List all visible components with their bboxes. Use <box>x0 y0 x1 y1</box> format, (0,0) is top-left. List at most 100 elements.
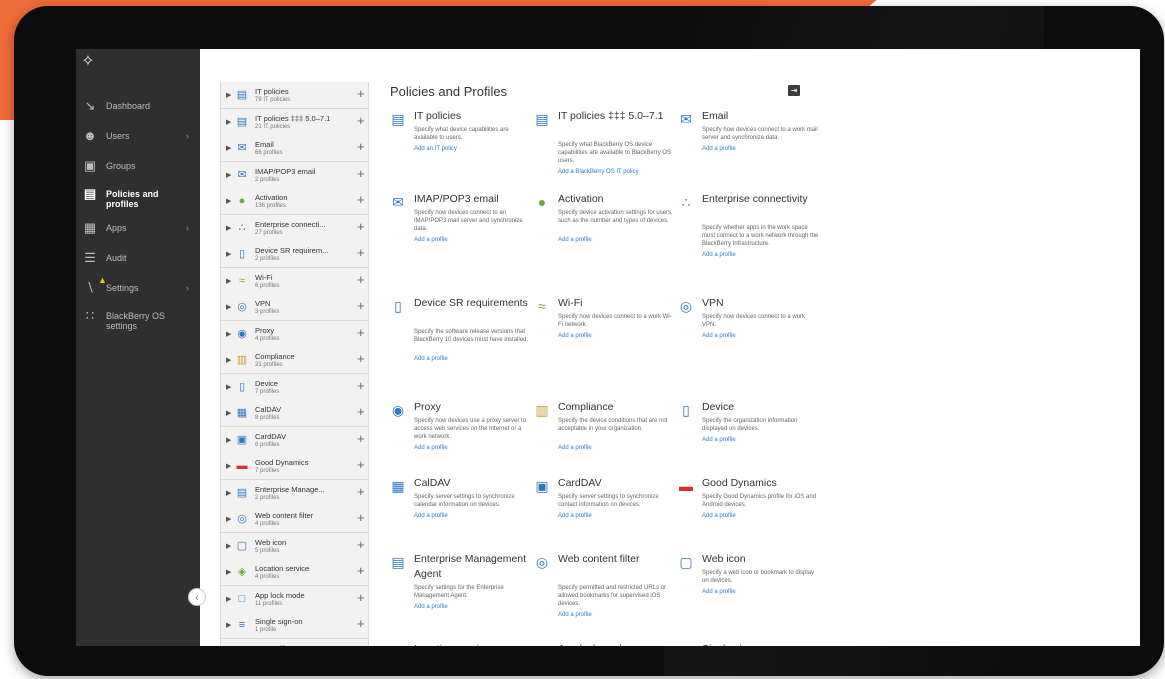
list-item[interactable]: ▶ ▣ CardDAV 6 profiles + <box>221 426 368 454</box>
add-icon[interactable]: + <box>357 325 365 340</box>
add-icon[interactable]: + <box>357 193 365 207</box>
collapse-nav-button[interactable]: ‹ <box>188 588 206 606</box>
expand-arrow-icon[interactable]: ▶ <box>226 356 231 364</box>
nav-item-apps[interactable]: ▦ Apps › <box>76 217 200 243</box>
add-profile-link[interactable]: Add a profile <box>558 237 592 243</box>
vpn-icon: ◎ <box>679 298 693 314</box>
list-item[interactable]: ▶ □ App lock mode 11 profiles + <box>221 585 368 613</box>
list-item[interactable]: ▶◉CA certificate+ <box>221 638 368 646</box>
add-icon[interactable]: + <box>357 511 365 525</box>
list-item[interactable]: ▶ ▢ Web icon 5 profiles + <box>221 532 368 560</box>
expand-arrow-icon[interactable]: ▶ <box>226 515 231 523</box>
expand-arrow-icon[interactable]: ▶ <box>226 595 231 603</box>
add-icon[interactable]: + <box>357 643 365 646</box>
nav-item-policies-and-profiles[interactable]: ▤ Policies and profiles <box>76 183 200 213</box>
expand-arrow-icon[interactable]: ▶ <box>226 409 231 417</box>
nav-item-audit[interactable]: ☰ Audit <box>76 247 200 273</box>
add-icon[interactable]: + <box>357 458 365 472</box>
add-profile-link[interactable]: Add a profile <box>702 437 736 443</box>
add-icon[interactable]: + <box>357 299 365 313</box>
expand-arrow-icon[interactable]: ▶ <box>226 621 231 629</box>
list-item[interactable]: ▶ ◉ Proxy 4 profiles + <box>221 320 368 348</box>
add-profile-link[interactable]: Add a BlackBerry OS IT policy <box>558 169 639 175</box>
nav-item-dashboard[interactable]: ↘ Dashboard <box>76 95 200 121</box>
nav-item-groups[interactable]: ▣ Groups <box>76 155 200 181</box>
add-icon[interactable]: + <box>357 405 365 419</box>
list-item[interactable]: ▶ ▤ IT policies 79 IT policies + <box>221 82 368 109</box>
add-profile-link[interactable]: Add a profile <box>414 237 448 243</box>
expand-arrow-icon[interactable]: ▶ <box>226 197 231 205</box>
expand-arrow-icon[interactable]: ▶ <box>226 144 231 152</box>
list-item[interactable]: ▶ ▬ Good Dynamics 7 profiles + <box>221 453 368 480</box>
expand-arrow-icon[interactable]: ▶ <box>226 330 231 338</box>
add-icon[interactable]: + <box>357 378 365 393</box>
add-profile-link[interactable]: Add a profile <box>558 333 592 339</box>
card-title: Web icon <box>702 553 746 565</box>
add-icon[interactable]: + <box>357 140 365 154</box>
nav-item-settings[interactable]: ∖ ▲ Settings › <box>76 275 200 303</box>
enterprise-management-icon: ▤ <box>391 554 405 570</box>
add-profile-link[interactable]: Add a profile <box>414 604 448 610</box>
list-item[interactable]: ▶ ≡ Single sign-on 1 profile + <box>221 612 368 639</box>
add-icon[interactable]: + <box>357 219 365 234</box>
add-profile-link[interactable]: Add a profile <box>702 252 736 258</box>
expand-arrow-icon[interactable]: ▶ <box>226 489 231 497</box>
list-item[interactable]: ▶ ▯ Device 7 profiles + <box>221 373 368 401</box>
nav-item-users[interactable]: ☻ Users › <box>76 125 200 151</box>
list-item[interactable]: ▶ ▯ Device SR requirem... 2 profiles + <box>221 241 368 268</box>
blackberry-logo-icon[interactable]: ✧ <box>78 51 98 73</box>
add-icon[interactable]: + <box>357 272 365 287</box>
add-profile-link[interactable]: Add a profile <box>702 333 736 339</box>
add-profile-link[interactable]: Add a profile <box>702 513 736 519</box>
compliance-icon: ▥ <box>535 402 549 418</box>
email-icon: ✉ <box>392 194 404 210</box>
expand-arrow-icon[interactable]: ▶ <box>226 224 231 232</box>
expand-arrow-icon[interactable]: ▶ <box>226 383 231 391</box>
list-item[interactable]: ▶ ▤ Enterprise Manage... 2 profiles + <box>221 479 368 507</box>
add-profile-link[interactable]: Add a profile <box>558 513 592 519</box>
add-icon[interactable]: + <box>357 87 365 101</box>
expand-arrow-icon[interactable]: ▶ <box>226 462 231 470</box>
add-profile-link[interactable]: Add a profile <box>558 445 592 451</box>
expand-arrow-icon[interactable]: ▶ <box>226 171 231 179</box>
add-profile-link[interactable]: Add a profile <box>702 146 736 152</box>
expand-arrow-icon[interactable]: ▶ <box>226 436 231 444</box>
expand-arrow-icon[interactable]: ▶ <box>226 91 231 99</box>
add-icon[interactable]: + <box>357 590 365 605</box>
add-profile-link[interactable]: Add a profile <box>702 589 736 595</box>
export-icon[interactable]: ⇥ <box>788 85 800 96</box>
list-item[interactable]: ▶ ▤ IT policies ‡‡‡ 5.0–7.1 21 IT policies + <box>221 108 368 136</box>
list-item[interactable]: ▶ ▥ Compliance 21 profiles + <box>221 347 368 374</box>
list-item[interactable]: ▶ ● Activation 136 profiles + <box>221 188 368 215</box>
add-profile-link[interactable]: Add a profile <box>414 356 448 362</box>
add-profile-link[interactable]: Add an IT policy <box>414 146 457 152</box>
expand-arrow-icon[interactable]: ▶ <box>226 118 231 126</box>
card-title: IT policies <box>414 110 462 122</box>
list-item[interactable]: ▶ ✉ IMAP/POP3 email 2 profiles + <box>221 161 368 189</box>
list-item[interactable]: ▶ ≈ Wi-Fi 6 profiles + <box>221 267 368 295</box>
expand-arrow-icon[interactable]: ▶ <box>226 277 231 285</box>
add-icon[interactable]: + <box>357 246 365 260</box>
add-icon[interactable]: + <box>357 352 365 366</box>
add-icon[interactable]: + <box>357 537 365 552</box>
add-icon[interactable]: + <box>357 564 365 578</box>
expand-arrow-icon[interactable]: ▶ <box>226 568 231 576</box>
list-item[interactable]: ▶ ▦ CalDAV 8 profiles + <box>221 400 368 427</box>
list-item[interactable]: ▶ ∴ Enterprise connecti... 27 profiles + <box>221 214 368 242</box>
expand-arrow-icon[interactable]: ▶ <box>226 303 231 311</box>
nav-item-blackberry-os-settings[interactable]: ∷ BlackBerry OS settings <box>76 305 200 335</box>
add-profile-link[interactable]: Add a profile <box>414 445 448 451</box>
add-icon[interactable]: + <box>357 617 365 631</box>
list-item[interactable]: ▶ ◎ VPN 3 profiles + <box>221 294 368 321</box>
list-item[interactable]: ▶ ◈ Location service 4 profiles + <box>221 559 368 586</box>
add-icon[interactable]: + <box>357 113 365 128</box>
add-profile-link[interactable]: Add a profile <box>558 612 592 618</box>
add-icon[interactable]: + <box>357 431 365 446</box>
list-item[interactable]: ▶ ◎ Web content filter 4 profiles + <box>221 506 368 533</box>
add-icon[interactable]: + <box>357 166 365 181</box>
add-icon[interactable]: + <box>357 484 365 499</box>
list-item[interactable]: ▶ ✉ Email 66 profiles + <box>221 135 368 162</box>
add-profile-link[interactable]: Add a profile <box>414 513 448 519</box>
expand-arrow-icon[interactable]: ▶ <box>226 250 231 258</box>
expand-arrow-icon[interactable]: ▶ <box>226 542 231 550</box>
